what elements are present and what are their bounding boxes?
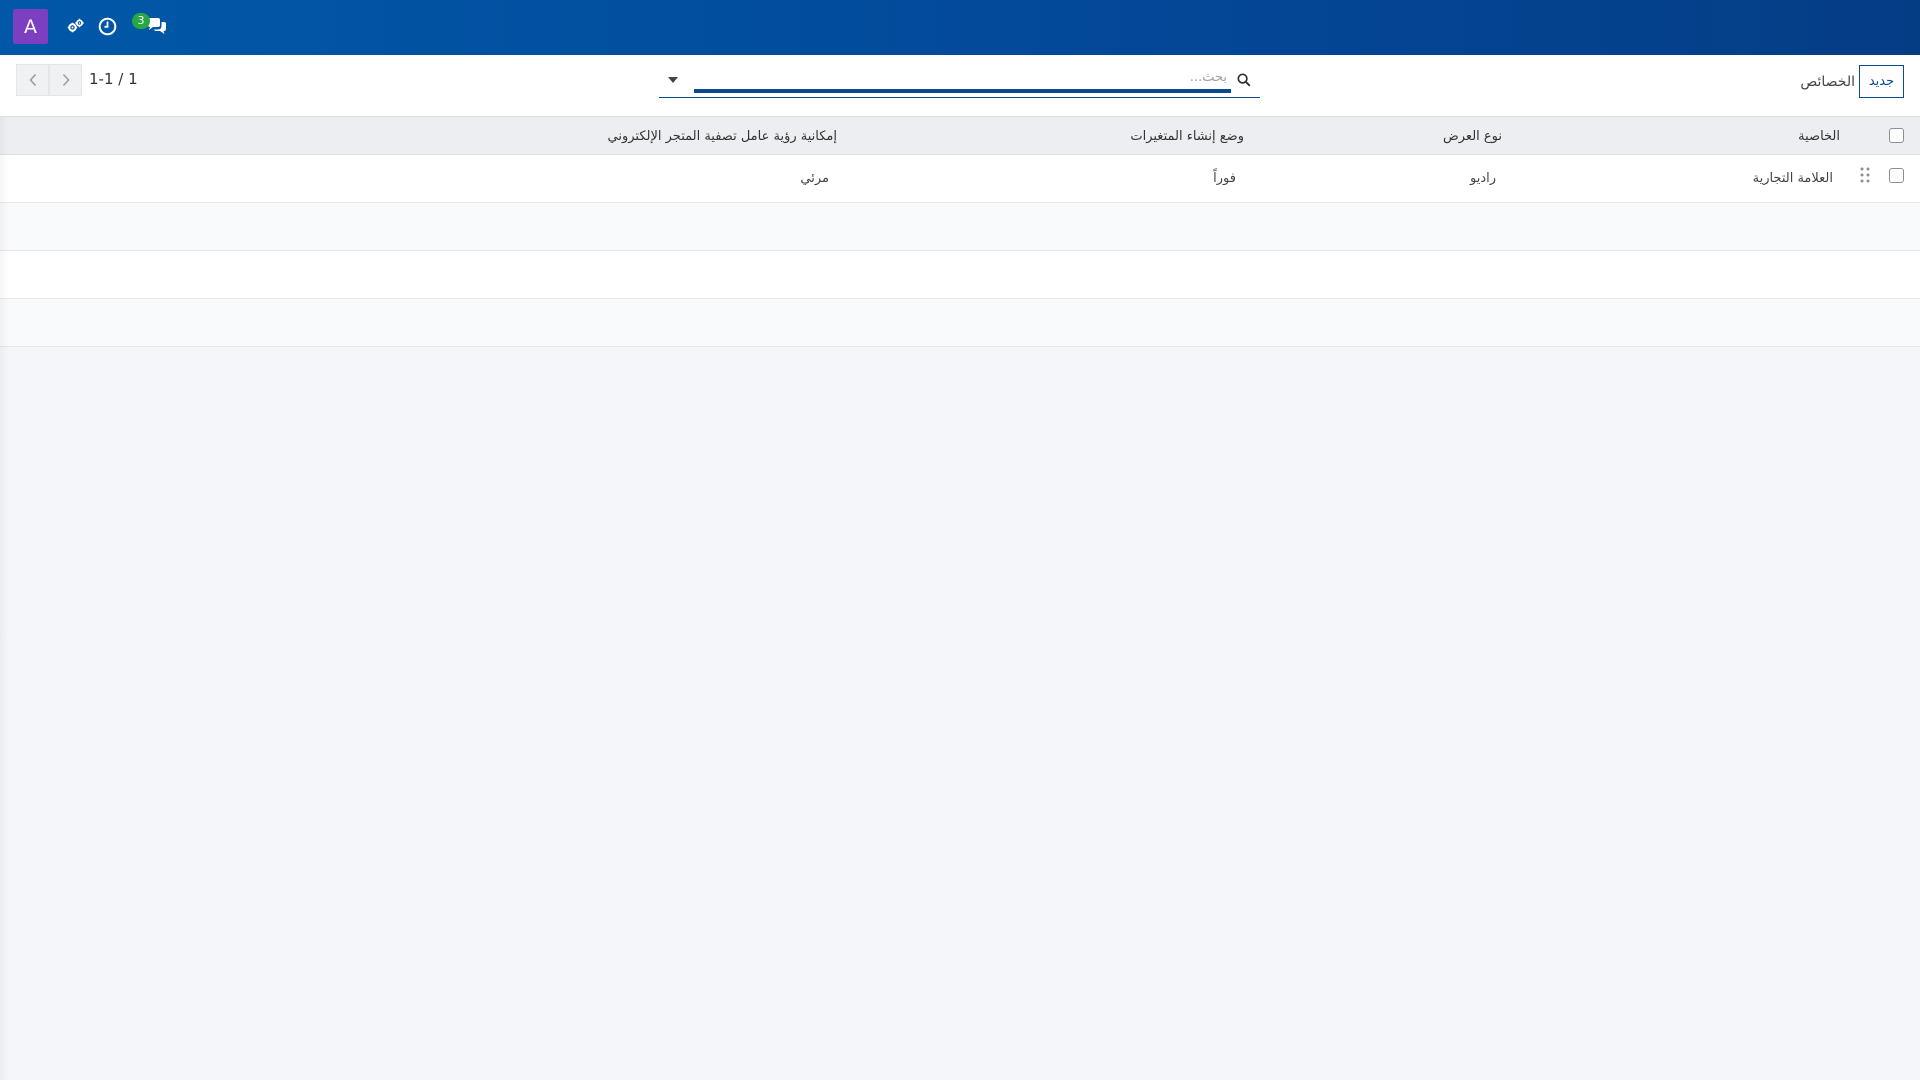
column-header-attribute[interactable]: الخاصية xyxy=(1798,129,1840,144)
user-avatar[interactable]: A xyxy=(13,9,48,44)
search-bar xyxy=(659,66,1260,98)
chevron-left-icon xyxy=(28,73,36,87)
drag-handle-icon[interactable] xyxy=(1859,166,1871,184)
control-panel: 1-1 / 1 الخصائص جديد xyxy=(0,55,1920,117)
empty-table-row xyxy=(0,251,1920,299)
chat-badge: 3 xyxy=(132,13,150,29)
new-button[interactable]: جديد xyxy=(1859,65,1904,98)
cell-variant-creation: فوراً xyxy=(1213,171,1236,186)
pager-next-button[interactable] xyxy=(49,64,82,96)
list-table: الخاصية نوع العرض وضع إنشاء المتغيرات إم… xyxy=(0,117,1920,347)
select-all-checkbox[interactable] xyxy=(1889,128,1904,143)
pager-previous-button[interactable] xyxy=(16,64,49,96)
cell-attribute: العلامة التجارية xyxy=(1752,171,1833,186)
caret-down-icon xyxy=(668,77,678,83)
chevron-right-icon xyxy=(62,73,70,87)
table-header: الخاصية نوع العرض وضع إنشاء المتغيرات إم… xyxy=(0,117,1920,155)
search-input[interactable] xyxy=(694,66,1231,93)
pager-value[interactable]: 1-1 / 1 xyxy=(89,70,138,88)
column-header-ecommerce-filter-visibility[interactable]: إمكانية رؤية عامل تصفية المتجر الإلكترون… xyxy=(608,129,838,144)
user-settings-icon[interactable] xyxy=(65,15,87,37)
column-header-variant-creation[interactable]: وضع إنشاء المتغيرات xyxy=(1130,129,1244,144)
column-header-display-type[interactable]: نوع العرض xyxy=(1443,129,1502,144)
empty-table-row xyxy=(0,203,1920,251)
search-options-toggle[interactable] xyxy=(661,68,685,92)
table-row[interactable]: العلامة التجارية راديو فوراً مرئي xyxy=(0,155,1920,203)
clock-icon[interactable] xyxy=(96,15,118,37)
cell-display-type: راديو xyxy=(1469,171,1496,186)
breadcrumb: الخصائص xyxy=(1800,74,1855,90)
cell-ecommerce-filter-visibility: مرئي xyxy=(800,171,829,186)
empty-table-row xyxy=(0,299,1920,347)
row-checkbox[interactable] xyxy=(1889,168,1904,183)
top-navbar: A 3 xyxy=(0,0,1920,55)
search-icon xyxy=(1234,70,1254,90)
